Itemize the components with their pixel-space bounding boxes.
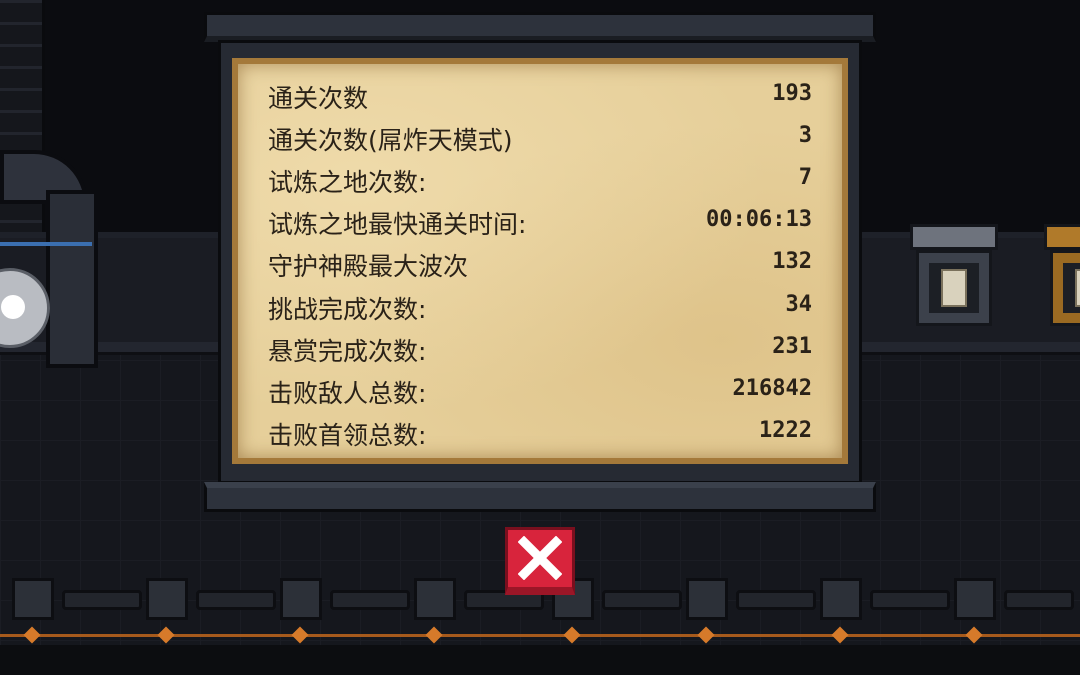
stat-row-trial-best-time: 试炼之地最快通关时间: 00:06:13	[268, 201, 812, 239]
display-case-slot	[929, 263, 979, 313]
rail-slot	[1004, 590, 1074, 610]
display-case[interactable]	[910, 224, 998, 328]
close-icon	[518, 536, 562, 580]
stat-value: 3	[798, 123, 812, 148]
stat-label: 击败首领总数:	[268, 421, 427, 450]
game-scene: 通关次数 193 通关次数(屌炸天模式) 3 试炼之地次数: 7 试炼之地最快通…	[0, 0, 1080, 675]
stat-label: 击败敌人总数:	[268, 379, 427, 408]
stat-label: 试炼之地次数:	[268, 168, 427, 197]
stat-row-enemies: 击败敌人总数: 216842	[268, 370, 812, 408]
stat-value: 132	[772, 249, 812, 274]
stat-label: 悬赏完成次数:	[268, 337, 427, 366]
arch-light-strip	[0, 242, 92, 246]
stat-label: 守护神殿最大波次	[268, 252, 469, 281]
close-button[interactable]	[505, 527, 575, 595]
stat-label: 试炼之地最快通关时间:	[268, 210, 527, 239]
stat-value: 193	[772, 81, 812, 106]
stat-row-bosses: 击败首领总数: 1222	[268, 412, 812, 450]
card-icon	[1075, 269, 1080, 307]
rail-block	[12, 578, 54, 620]
stat-value: 00:06:13	[706, 207, 812, 232]
rail-slot	[330, 590, 410, 610]
rail-block	[146, 578, 188, 620]
rail-slot	[196, 590, 276, 610]
stat-row-temple-waves: 守护神殿最大波次 132	[268, 243, 812, 281]
stat-row-bounties: 悬赏完成次数: 231	[268, 328, 812, 366]
rail-stud	[831, 626, 849, 644]
card-icon	[941, 269, 967, 307]
stat-row-challenges: 挑战完成次数: 34	[268, 286, 812, 324]
stat-value: 1222	[759, 418, 812, 443]
stat-value: 34	[785, 292, 813, 317]
rail-block	[414, 578, 456, 620]
display-case-slot	[1063, 263, 1080, 313]
stat-value: 216842	[732, 376, 812, 401]
rail-stud	[291, 626, 309, 644]
floor-bottom	[0, 645, 1080, 675]
board-bottom-bar	[204, 482, 876, 512]
rail-stud	[563, 626, 581, 644]
arch-column	[46, 190, 98, 368]
portal-core	[1, 295, 25, 319]
rail-block	[280, 578, 322, 620]
rail-stud	[697, 626, 715, 644]
stat-row-clears-hard: 通关次数(屌炸天模式) 3	[268, 117, 812, 155]
rail-slot	[736, 590, 816, 610]
rail-block	[820, 578, 862, 620]
display-case-body	[1050, 250, 1080, 326]
stat-row-trials: 试炼之地次数: 7	[268, 159, 812, 197]
display-case-cap	[1044, 224, 1080, 250]
rail-slot	[870, 590, 950, 610]
stat-row-clears: 通关次数 193	[268, 75, 812, 113]
board-top-bar	[204, 12, 876, 42]
rail-stud	[965, 626, 983, 644]
rail-block	[954, 578, 996, 620]
rail-stud	[157, 626, 175, 644]
rail-stud	[425, 626, 443, 644]
display-case-body	[916, 250, 992, 326]
stat-label: 通关次数(屌炸天模式)	[268, 126, 513, 155]
stat-value: 7	[798, 165, 812, 190]
rail-stud	[23, 626, 41, 644]
stat-value: 231	[772, 334, 812, 359]
rail-slot	[62, 590, 142, 610]
stat-label: 通关次数	[268, 84, 369, 113]
rail-block	[686, 578, 728, 620]
display-case-cap	[910, 224, 998, 250]
stat-label: 挑战完成次数:	[268, 295, 427, 324]
rail-slot	[602, 590, 682, 610]
display-case-gold[interactable]	[1044, 224, 1080, 328]
